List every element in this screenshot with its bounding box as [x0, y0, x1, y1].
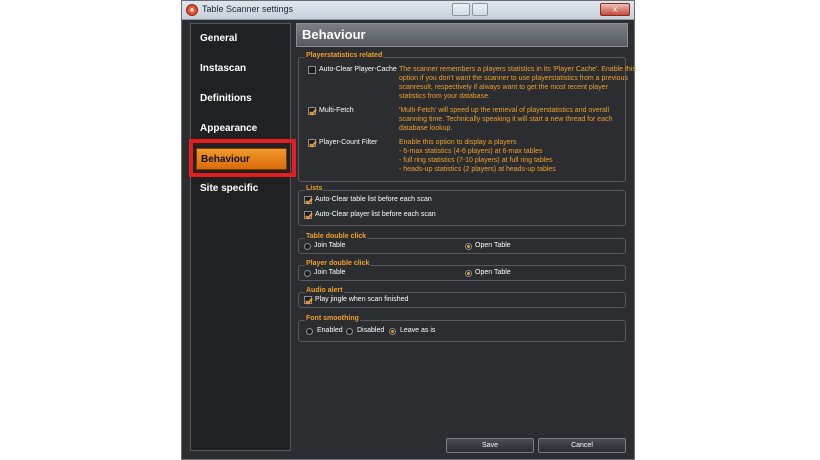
window-title: Table Scanner settings: [202, 4, 294, 14]
auto-clear-player-cache-checkbox[interactable]: [308, 66, 316, 74]
group-player-double-click: Player double click Join Table Open Tabl…: [298, 260, 626, 281]
player-open-label: Open Table: [475, 269, 511, 276]
settings-window: ♠ Table Scanner settings x General Insta…: [181, 0, 636, 460]
player-count-description-line: - full ring statistics (7-10 players) at…: [399, 157, 553, 164]
group-font-smoothing: Font smoothing Enabled Disabled Leave as…: [298, 315, 626, 342]
font-disabled-radio[interactable]: [346, 328, 353, 335]
font-leave-as-is-label: Leave as is: [400, 327, 436, 334]
multi-fetch-description-line: 'Multi-Fetch' will speed up the retrieva…: [399, 107, 610, 114]
maximize-button[interactable]: [472, 3, 488, 16]
play-jingle-label: Play jingle when scan finished: [315, 296, 409, 303]
sidebar-item-instascan[interactable]: Instascan: [196, 58, 287, 80]
group-legend: Table double click: [305, 233, 368, 240]
close-button[interactable]: x: [600, 3, 630, 16]
save-button[interactable]: Save: [446, 438, 534, 453]
multi-fetch-description-line: scanning time. Technically speaking it w…: [399, 116, 613, 123]
auto-clear-table-list-label: Auto-Clear table list before each scan: [315, 196, 432, 203]
highlight-box: [189, 139, 296, 177]
player-count-description-line: - heads-up statistics (2 players) at hea…: [399, 166, 556, 173]
auto-clear-player-list-checkbox[interactable]: [304, 211, 312, 219]
player-count-description-line: Enable this option to display a players: [399, 139, 517, 146]
auto-clear-table-list-checkbox[interactable]: [304, 196, 312, 204]
player-join-radio[interactable]: [304, 270, 311, 277]
sidebar-item-site-specific[interactable]: Site specific: [196, 178, 287, 200]
multi-fetch-checkbox[interactable]: [308, 107, 316, 115]
font-leave-as-is-radio[interactable]: [389, 328, 396, 335]
table-open-label: Open Table: [475, 242, 511, 249]
group-lists: Lists Auto-Clear table list before each …: [298, 185, 626, 226]
page-header: Behaviour: [296, 23, 628, 47]
close-icon: x: [612, 4, 618, 14]
auto-clear-player-cache-label: Auto-Clear Player-Cache: [319, 66, 397, 73]
table-join-radio[interactable]: [304, 243, 311, 250]
sidebar-item-general[interactable]: General: [196, 28, 287, 50]
auto-clear-description-line: scanresult, respectively if always want …: [399, 84, 608, 91]
group-legend: Playerstatistics related: [305, 52, 384, 59]
table-open-radio[interactable]: [465, 243, 472, 250]
player-join-label: Join Table: [314, 269, 346, 276]
font-enabled-radio[interactable]: [306, 328, 313, 335]
main-panel: Behaviour Playerstatistics related Auto-…: [296, 23, 636, 435]
cancel-button[interactable]: Cancel: [538, 438, 626, 453]
group-legend: Lists: [305, 185, 324, 192]
play-jingle-checkbox[interactable]: [304, 296, 312, 304]
player-count-filter-label: Player-Count Filter: [319, 139, 378, 146]
auto-clear-description-line: The scanner remembers a players statisti…: [399, 66, 636, 73]
font-disabled-label: Disabled: [357, 327, 385, 334]
sidebar-item-appearance[interactable]: Appearance: [196, 118, 287, 140]
player-count-description-line: - 6-max statistics (4-6 players) at 6-ma…: [399, 148, 543, 155]
table-join-label: Join Table: [314, 242, 346, 249]
auto-clear-description-line: option if you don't want the scanner to …: [399, 75, 628, 82]
group-legend: Audio alert: [305, 287, 344, 294]
multi-fetch-label: Multi-Fetch: [319, 107, 354, 114]
group-table-double-click: Table double click Join Table Open Table: [298, 233, 626, 254]
page-title: Behaviour: [302, 27, 366, 42]
font-enabled-label: Enabled: [317, 327, 343, 334]
auto-clear-player-list-label: Auto-Clear player list before each scan: [315, 211, 436, 218]
app-icon: ♠: [186, 4, 198, 16]
player-count-filter-checkbox[interactable]: [308, 139, 316, 147]
minimize-button[interactable]: [452, 3, 470, 16]
multi-fetch-description-line: database lookup.: [399, 125, 453, 132]
group-playerstatistics: Playerstatistics related Auto-Clear Play…: [298, 52, 636, 182]
group-legend: Font smoothing: [305, 315, 360, 322]
group-legend: Player double click: [305, 260, 371, 267]
title-bar[interactable]: ♠ Table Scanner settings x: [182, 1, 634, 20]
player-open-radio[interactable]: [465, 270, 472, 277]
sidebar: General Instascan Definitions Appearance…: [190, 23, 291, 451]
group-audio-alert: Audio alert Play jingle when scan finish…: [298, 287, 626, 308]
auto-clear-description-line: statistics from your database.: [399, 93, 491, 100]
sidebar-item-definitions[interactable]: Definitions: [196, 88, 287, 110]
